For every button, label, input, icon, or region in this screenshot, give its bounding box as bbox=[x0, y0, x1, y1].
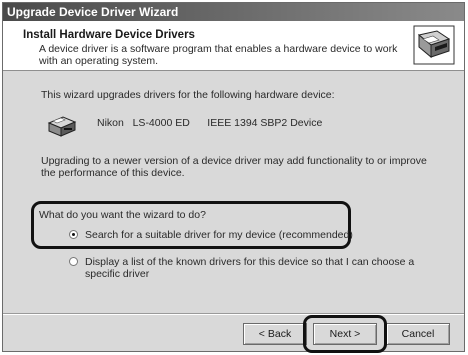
next-button-highlight bbox=[303, 315, 387, 353]
display-drivers-option-label[interactable]: Display a list of the known drivers for … bbox=[85, 256, 445, 280]
back-button[interactable]: < Back bbox=[243, 323, 307, 345]
question-label: What do you want the wizard to do? bbox=[39, 209, 206, 221]
header-title: Install Hardware Device Drivers bbox=[23, 29, 195, 41]
search-driver-option-label[interactable]: Search for a suitable driver for my devi… bbox=[85, 229, 353, 241]
search-driver-radio[interactable] bbox=[69, 230, 78, 239]
window-title: Upgrade Device Driver Wizard bbox=[3, 3, 464, 21]
header-description: A device driver is a software program th… bbox=[39, 43, 398, 67]
hardware-wizard-icon bbox=[413, 25, 455, 65]
intro-text: This wizard upgrades drivers for the fol… bbox=[41, 89, 335, 101]
device-name: Nikon LS-4000 ED IEEE 1394 SBP2 Device bbox=[97, 117, 323, 129]
wizard-window: Upgrade Device Driver Wizard Install Har… bbox=[2, 2, 465, 353]
display-drivers-radio[interactable] bbox=[69, 257, 78, 266]
upgrade-note: Upgrading to a newer version of a device… bbox=[41, 155, 427, 179]
footer-separator bbox=[3, 313, 464, 315]
scanner-icon bbox=[47, 116, 77, 137]
cancel-button[interactable]: Cancel bbox=[386, 323, 450, 345]
wizard-header: Install Hardware Device Drivers A device… bbox=[3, 21, 464, 71]
